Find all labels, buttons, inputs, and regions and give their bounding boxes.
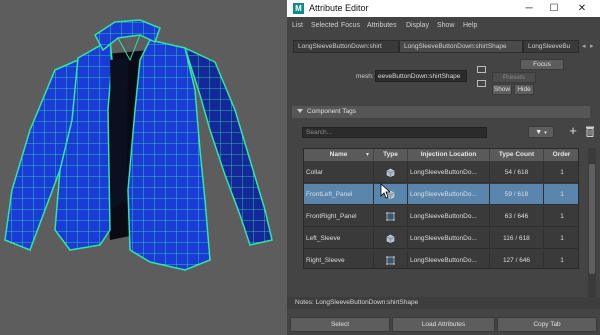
presets-button[interactable]: Presets (492, 72, 536, 83)
mesh-row: Focus mesh: eeveButtonDown:shirtShape Pr… (287, 59, 600, 98)
table-row[interactable]: Collar LongSleeveButtonDo... 54 / 618 1 (304, 162, 578, 183)
row-order: 1 (560, 213, 564, 220)
table-row[interactable]: FrontRight_Panel LongSleeveButtonDo... 6… (304, 206, 578, 227)
maya-app-icon: M (293, 3, 304, 14)
row-count: 59 / 618 (490, 184, 544, 205)
table-row[interactable]: FrontLeft_Panel LongSleeveButtonDo... 59… (304, 184, 578, 205)
search-input[interactable]: Search... (302, 127, 487, 138)
row-count: 63 / 646 (490, 206, 544, 227)
table-header: Name ▾ Type Injection Location Type Coun… (304, 149, 578, 161)
tab-right-arrow-icon[interactable]: ▸ (590, 42, 594, 50)
row-injection: LongSleeveButtonDo... (408, 162, 490, 183)
tab-overflow[interactable]: LongSleeveBu (523, 40, 579, 53)
select-button[interactable]: Select (290, 317, 390, 332)
tab-strip: LongSleeveButtonDown:shirt LongSleeveBut… (287, 40, 600, 53)
vertex-type-icon (374, 162, 408, 183)
row-count: 116 / 618 (490, 228, 544, 249)
mesh-name-field[interactable]: eeveButtonDown:shirtShape (375, 70, 467, 82)
mesh-label: mesh: (356, 73, 374, 80)
row-name: FrontLeft_Panel (304, 184, 374, 205)
tab-shirt-shape[interactable]: LongSleeveButtonDown:shirtShape (399, 40, 523, 53)
row-injection: LongSleeveButtonDo... (408, 206, 490, 227)
sort-down-icon[interactable]: ▾ (366, 151, 369, 158)
trash-icon[interactable] (585, 126, 595, 137)
row-order: 1 (560, 191, 564, 198)
column-name[interactable]: Name (304, 149, 374, 161)
row-order: 1 (560, 235, 564, 242)
row-count: 54 / 618 (490, 162, 544, 183)
menu-help[interactable]: Help (463, 22, 477, 29)
shirt-model[interactable] (0, 0, 287, 335)
menu-list[interactable]: List (292, 22, 303, 29)
tab-shirt[interactable]: LongSleeveButtonDown:shirt (293, 40, 399, 53)
row-injection: LongSleeveButtonDo... (408, 184, 490, 205)
column-type[interactable]: Type (374, 149, 408, 161)
column-type-count[interactable]: Type Count (490, 149, 544, 161)
output-connection-icon[interactable] (477, 80, 486, 87)
input-connection-icon[interactable] (477, 66, 486, 73)
menu-display[interactable]: Display (406, 22, 429, 29)
face-type-icon (374, 206, 408, 227)
mouse-cursor-icon (380, 183, 390, 199)
add-tag-button[interactable]: + (567, 124, 579, 138)
menu-selected[interactable]: Selected (311, 22, 338, 29)
row-injection: LongSleeveButtonDo... (408, 250, 490, 268)
menu-bar: List Selected Focus Attributes Display S… (287, 18, 600, 34)
scrollbar[interactable] (588, 148, 596, 298)
minimize-icon[interactable]: ─ (519, 1, 539, 16)
screen: M Attribute Editor ─ ☐ ✕ List Selected F… (0, 0, 600, 335)
table-row[interactable]: Left_Sleeve LongSleeveButtonDo... 116 / … (304, 228, 578, 249)
load-attributes-button[interactable]: Load Attributes (392, 317, 495, 332)
filter-icon: ▼ (535, 129, 543, 136)
show-button[interactable]: Show (492, 84, 512, 95)
row-name: Left_Sleeve (304, 228, 374, 249)
chevron-down-icon: ▾ (544, 130, 547, 136)
close-icon[interactable]: ✕ (572, 1, 592, 16)
section-title: Component Tags (307, 108, 357, 115)
notes-bar[interactable]: Notes: LongSleeveButtonDown:shirtShape (287, 297, 600, 309)
vertex-type-icon (374, 228, 408, 249)
row-name: FrontRight_Panel (304, 206, 374, 227)
maximize-icon[interactable]: ☐ (544, 1, 564, 16)
column-injection-location[interactable]: Injection Location (408, 149, 490, 161)
notes-label: Notes: LongSleeveButtonDown:shirtShape (295, 299, 419, 306)
title-bar[interactable]: M Attribute Editor ─ ☐ ✕ (287, 0, 600, 17)
row-count: 127 / 646 (490, 250, 544, 268)
component-tags-section-header[interactable]: Component Tags (292, 106, 590, 118)
menu-show[interactable]: Show (437, 22, 455, 29)
plus-icon: + (569, 123, 577, 138)
menu-focus[interactable]: Focus (341, 22, 360, 29)
table-row[interactable]: Right_Sleeve LongSleeveButtonDo... 127 /… (304, 250, 578, 268)
scrollbar-thumb[interactable] (589, 164, 595, 274)
copy-tab-button[interactable]: Copy Tab (497, 317, 597, 332)
3d-viewport[interactable] (0, 0, 287, 335)
window-title: Attribute Editor (309, 3, 369, 13)
search-row: Search... ▼ ▾ + (287, 124, 600, 142)
filter-dropdown-button[interactable]: ▼ ▾ (528, 126, 554, 138)
bottom-button-bar: Select Load Attributes Copy Tab (287, 316, 600, 335)
face-type-icon (374, 250, 408, 268)
collapse-triangle-icon[interactable] (297, 109, 303, 113)
row-name: Collar (304, 162, 374, 183)
tab-left-arrow-icon[interactable]: ◂ (582, 42, 586, 50)
menu-attributes[interactable]: Attributes (367, 22, 397, 29)
hide-button[interactable]: Hide (514, 84, 534, 95)
row-order: 1 (560, 257, 564, 264)
focus-button[interactable]: Focus (520, 59, 564, 70)
attribute-editor-window: M Attribute Editor ─ ☐ ✕ List Selected F… (287, 0, 600, 335)
row-name: Right_Sleeve (304, 250, 374, 268)
component-tags-table: Name ▾ Type Injection Location Type Coun… (303, 148, 579, 269)
row-order: 1 (560, 169, 564, 176)
row-injection: LongSleeveButtonDo... (408, 228, 490, 249)
column-order[interactable]: Order (544, 149, 578, 161)
